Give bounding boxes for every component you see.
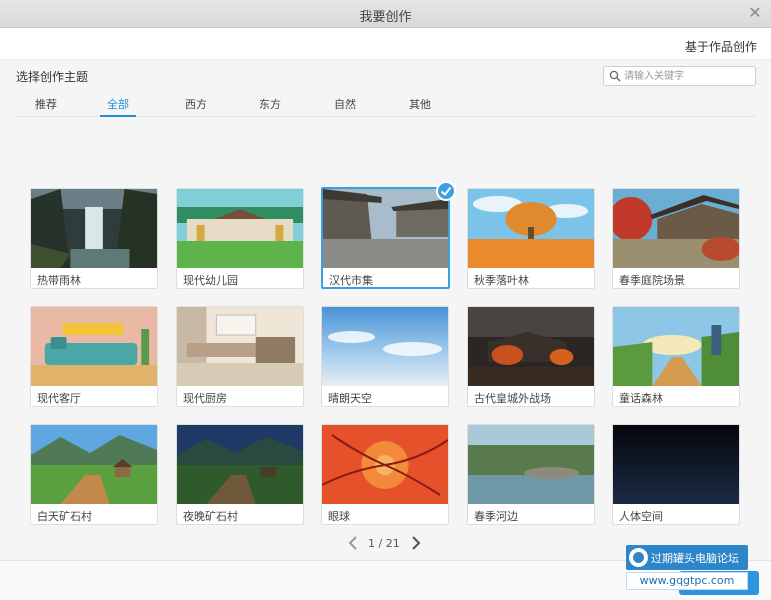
theme-card-ancient-battlefield[interactable]: 古代皇城外战场 (467, 306, 595, 407)
theme-thumbnail (468, 425, 594, 504)
watermark-logo-icon (629, 548, 648, 567)
theme-card-kitchen[interactable]: 现代厨房 (176, 306, 304, 407)
prev-page-icon[interactable] (345, 533, 361, 553)
theme-grid: 热带雨林 现代幼儿园 汉代市集 秋季落叶林 春季庭院场景 现代客厅 现代厨房 晴… (0, 60, 771, 560)
theme-thumbnail (322, 425, 448, 504)
close-icon[interactable]: ✕ (745, 3, 765, 23)
theme-card-human-body-space[interactable]: 人体空间 (612, 424, 740, 525)
theme-thumbnail (31, 307, 157, 386)
theme-thumbnail (613, 425, 739, 504)
page-indicator: 1 / 21 (368, 537, 400, 550)
theme-thumbnail (613, 189, 739, 268)
theme-card-fairy-forest[interactable]: 童话森林 (612, 306, 740, 407)
window-title: 我要创作 (359, 10, 412, 25)
theme-card-eyeball[interactable]: 眼球 (321, 424, 449, 525)
theme-thumbnail (177, 425, 303, 504)
theme-label: 晴朗天空 (328, 392, 372, 405)
theme-thumbnail (177, 307, 303, 386)
theme-thumbnail (468, 189, 594, 268)
theme-card-clear-sky[interactable]: 晴朗天空 (321, 306, 449, 407)
theme-label: 秋季落叶林 (474, 274, 529, 287)
theme-label: 现代幼儿园 (183, 274, 238, 287)
theme-card-spring-courtyard[interactable]: 春季庭院场景 (612, 188, 740, 289)
theme-label: 热带雨林 (37, 274, 81, 287)
theme-label: 现代厨房 (183, 392, 227, 405)
watermark-banner: 过期罐头电脑论坛 (626, 545, 748, 570)
theme-card-night-ore-village[interactable]: 夜晚矿石村 (176, 424, 304, 525)
theme-card-spring-river[interactable]: 春季河边 (467, 424, 595, 525)
top-action-bar: 基于作品创作 (0, 28, 771, 60)
theme-label: 古代皇城外战场 (474, 392, 551, 405)
theme-label: 现代客厅 (37, 392, 81, 405)
theme-thumbnail (322, 307, 448, 386)
theme-thumbnail (31, 425, 157, 504)
next-page-icon[interactable] (408, 533, 424, 553)
theme-panel: 选择创作主题 推荐 全部 西方 东方 自然 其他 热带雨林 (0, 60, 771, 560)
theme-label: 春季庭院场景 (619, 274, 685, 287)
theme-card-han-market[interactable]: 汉代市集 (321, 181, 456, 289)
pagination: 1 / 21 (340, 533, 430, 553)
selected-check-icon (436, 181, 456, 201)
theme-label: 眼球 (328, 510, 350, 523)
theme-label: 春季河边 (474, 510, 518, 523)
theme-card-day-ore-village[interactable]: 白天矿石村 (30, 424, 158, 525)
theme-thumbnail (31, 189, 157, 268)
watermark-url: www.gqgtpc.com (626, 572, 748, 590)
theme-label: 夜晚矿石村 (183, 510, 238, 523)
theme-card-kindergarten[interactable]: 现代幼儿园 (176, 188, 304, 289)
theme-card-rainforest[interactable]: 热带雨林 (30, 188, 158, 289)
title-bar: 我要创作 ✕ (0, 0, 771, 28)
theme-label: 白天矿石村 (37, 510, 92, 523)
watermark-title: 过期罐头电脑论坛 (651, 552, 739, 565)
theme-thumbnail (323, 189, 448, 268)
theme-card-living-room[interactable]: 现代客厅 (30, 306, 158, 407)
theme-card-autumn-forest[interactable]: 秋季落叶林 (467, 188, 595, 289)
theme-label: 汉代市集 (329, 274, 373, 287)
theme-label: 童话森林 (619, 392, 663, 405)
theme-label: 人体空间 (619, 510, 663, 523)
create-from-work-link[interactable]: 基于作品创作 (685, 38, 757, 55)
theme-thumbnail (468, 307, 594, 386)
theme-thumbnail (613, 307, 739, 386)
site-watermark: 过期罐头电脑论坛 www.gqgtpc.com (626, 545, 748, 591)
theme-thumbnail (177, 189, 303, 268)
